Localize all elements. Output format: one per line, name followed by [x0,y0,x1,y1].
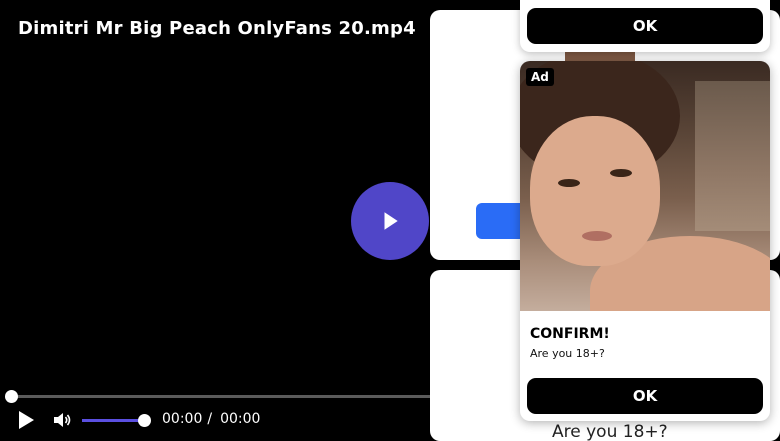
ad-image[interactable] [520,61,770,311]
ok-button-top[interactable]: OK [527,8,763,44]
play-icon [384,212,398,230]
age-question: Are you 18+? [552,422,668,441]
ok-button[interactable]: OK [527,378,763,414]
volume-icon [54,413,71,427]
big-play-button[interactable] [351,182,429,260]
volume-handle[interactable] [138,414,151,427]
current-time: 00:00 [162,411,203,427]
play-button[interactable] [16,409,36,431]
progress-handle[interactable] [5,390,18,403]
video-title: Dimitri Mr Big Peach OnlyFans 20.mp4 [18,18,416,39]
volume-button[interactable] [52,410,72,430]
ad-heading: CONFIRM! [530,326,610,342]
volume-slider[interactable] [82,414,151,427]
popup-top: OK [520,0,770,52]
time-separator: / [207,411,213,427]
ad-popup[interactable]: Ad CONFIRM! Are you 18+? OK [520,61,770,421]
play-icon [19,411,34,429]
volume-level [82,419,144,422]
ad-badge: Ad [526,68,554,86]
time-display: 00:00/00:00 [162,411,260,427]
ad-subtext: Are you 18+? [530,347,605,360]
duration: 00:00 [220,411,261,427]
